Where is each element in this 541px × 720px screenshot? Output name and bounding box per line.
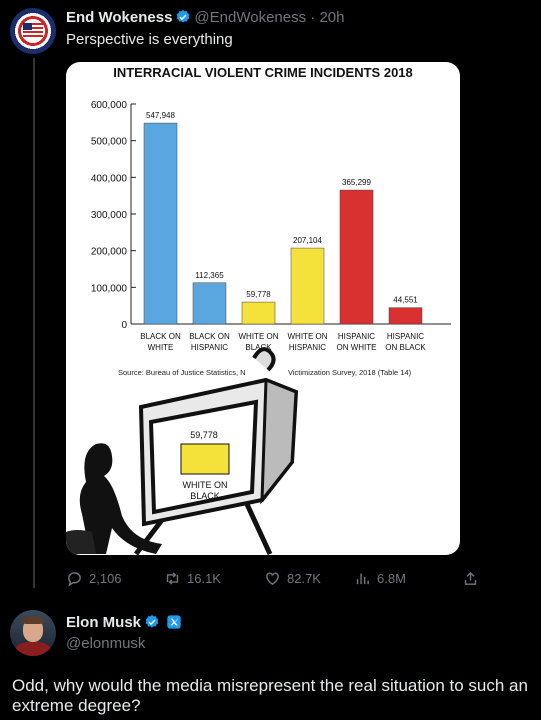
author-name[interactable]: End Wokeness xyxy=(66,9,172,26)
tv-value-label: 59,778 xyxy=(190,430,218,440)
post-header: End Wokeness @EndWokeness · 20h xyxy=(66,9,344,26)
y-tick-label: 200,000 xyxy=(91,247,128,258)
tv-category-label: BLACK xyxy=(190,491,220,501)
bar xyxy=(290,247,325,325)
share-icon xyxy=(464,571,477,585)
reply-author-handle[interactable]: @elonmusk xyxy=(66,635,145,652)
tv-category-label: WHITE ON xyxy=(183,480,228,490)
reply-icon xyxy=(68,572,81,587)
post-text: Perspective is everything xyxy=(66,31,233,48)
post-time[interactable]: 20h xyxy=(319,9,344,26)
bar-value-label: 112,365 xyxy=(195,271,224,280)
post-image[interactable]: INTERRACIAL VIOLENT CRIME INCIDENTS 2018… xyxy=(66,62,460,555)
y-tick-label: 100,000 xyxy=(91,283,128,294)
repost-button[interactable]: 16.1K xyxy=(164,570,221,587)
tv-meme-overlay: 59,778 WHITE ON BLACK xyxy=(66,347,299,555)
like-button[interactable]: 82.7K xyxy=(264,570,321,587)
bar-value-label: 365,299 xyxy=(342,178,371,187)
reply-author-name[interactable]: Elon Musk xyxy=(66,614,141,631)
chair xyxy=(66,530,96,554)
reply-header: Elon Musk xyxy=(66,614,185,631)
category-label: HISPANIC xyxy=(289,343,326,352)
reply-count: 2,106 xyxy=(89,571,122,586)
affiliate-badge-icon xyxy=(167,615,181,629)
repost-count: 16.1K xyxy=(187,571,221,586)
verified-badge-icon xyxy=(145,615,159,628)
author-handle[interactable]: @EndWokeness xyxy=(194,9,306,26)
category-label: HISPANIC xyxy=(191,343,228,352)
category-label: BLACK ON xyxy=(189,332,230,341)
separator: · xyxy=(310,9,316,26)
author-avatar[interactable] xyxy=(10,8,56,54)
bar-value-label: 44,551 xyxy=(393,296,418,305)
view-count: 6.8M xyxy=(377,571,406,586)
bar-value-label: 59,778 xyxy=(246,290,271,299)
y-tick-label: 500,000 xyxy=(91,137,128,148)
bar-chart: INTERRACIAL VIOLENT CRIME INCIDENTS 2018… xyxy=(66,65,451,555)
y-tick-label: 300,000 xyxy=(91,210,128,221)
y-tick-label: 0 xyxy=(121,320,127,331)
chart-title: INTERRACIAL VIOLENT CRIME INCIDENTS 2018 xyxy=(113,65,413,80)
bar xyxy=(388,307,423,325)
heart-icon xyxy=(266,572,279,586)
bar-value-label: 207,104 xyxy=(293,236,322,245)
category-label: WHITE ON xyxy=(239,332,279,341)
views-button[interactable]: 6.8M xyxy=(354,570,406,587)
bar xyxy=(241,301,276,325)
reply-author-avatar[interactable] xyxy=(10,610,56,656)
category-label: ON BLACK xyxy=(385,343,426,352)
tv-bar xyxy=(180,443,230,475)
bar-value-label: 547,948 xyxy=(146,111,175,120)
tv-antenna xyxy=(252,347,276,372)
source-note-left: Source: Bureau of Justice Statistics, N xyxy=(118,368,246,377)
category-label: WHITE ON xyxy=(288,332,328,341)
like-count: 82.7K xyxy=(287,571,321,586)
category-label: WHITE xyxy=(148,343,174,352)
y-tick-label: 400,000 xyxy=(91,173,128,184)
category-label: BLACK ON xyxy=(140,332,181,341)
reply-button[interactable]: 2,106 xyxy=(66,570,122,587)
source-note-right: Victimization Survey, 2018 (Table 14) xyxy=(288,368,412,377)
bar xyxy=(339,189,374,325)
views-icon xyxy=(356,573,369,585)
bar xyxy=(143,122,178,325)
category-label: HISPANIC xyxy=(387,332,424,341)
verified-badge-icon xyxy=(177,10,190,23)
thread-line xyxy=(33,58,35,588)
tv-side xyxy=(260,377,298,505)
category-label: HISPANIC xyxy=(338,332,375,341)
y-tick-label: 600,000 xyxy=(91,100,128,111)
repost-icon xyxy=(166,572,179,585)
share-button[interactable] xyxy=(462,570,479,587)
bar xyxy=(192,282,227,325)
post-actions: 2,106 16.1K 82.7K 6.8M xyxy=(66,570,486,590)
reply-text: Odd, why would the media misrepresent th… xyxy=(12,676,528,715)
category-label: ON WHITE xyxy=(337,343,377,352)
